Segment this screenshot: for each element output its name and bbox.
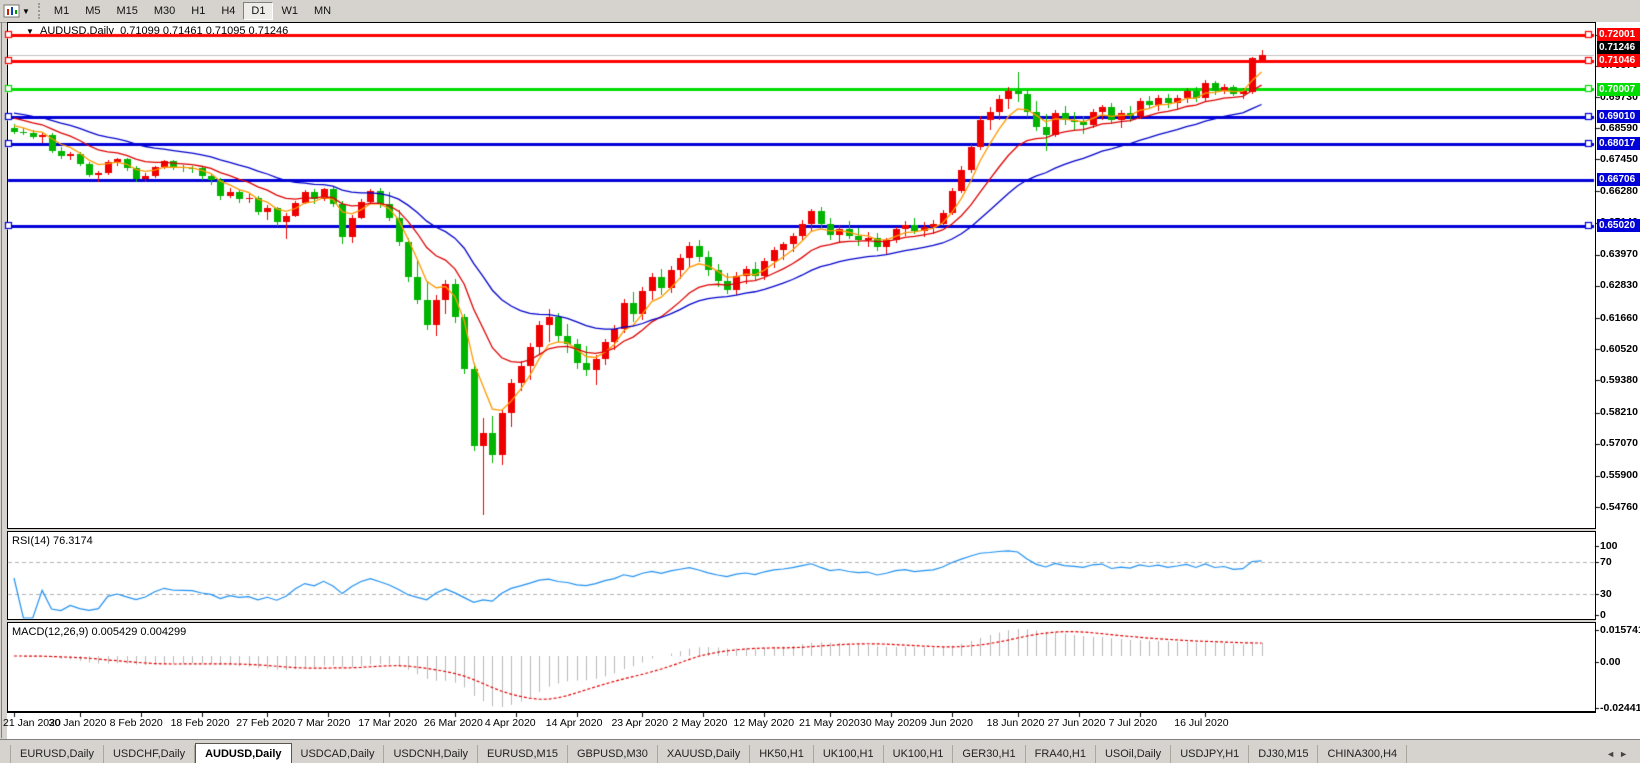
tab-USDCNH-Daily[interactable]: USDCNH,Daily xyxy=(384,745,479,763)
tab-HK50-H1[interactable]: HK50,H1 xyxy=(750,745,814,763)
date-label-12-May-2020: 12 May 2020 xyxy=(733,717,795,729)
tab-UK100-H1[interactable]: UK100,H1 xyxy=(814,745,884,763)
tab-USDCAD-Daily[interactable]: USDCAD,Daily xyxy=(292,745,385,763)
tab-scroll-left-icon: ◄ xyxy=(1606,749,1620,759)
tab-GER30-H1[interactable]: GER30,H1 xyxy=(953,745,1026,763)
level-label-0.72001: 0.72001 xyxy=(1597,28,1640,42)
timeframe-button-W1[interactable]: W1 xyxy=(273,2,306,20)
timeframe-button-M5[interactable]: M5 xyxy=(77,2,108,20)
trading-terminal-window: ▼ M1 M5 M15 M30 H1 H4 D1 W1 MN AUDUSD,Daily 0.71… xyxy=(0,0,1640,763)
tab-scroll-arrows[interactable]: ◄► xyxy=(1606,749,1632,763)
timeframe-button-M30[interactable]: M30 xyxy=(146,2,183,20)
level-label-0.66706: 0.66706 xyxy=(1597,173,1640,187)
date-label-14-Apr-2020: 14 Apr 2020 xyxy=(545,717,603,729)
rsi-scale-100: 100 xyxy=(1600,540,1618,552)
rsi-panel[interactable] xyxy=(7,531,1596,620)
tab-USDJPY-H1[interactable]: USDJPY,H1 xyxy=(1171,745,1250,763)
date-label-7-Mar-2020: 7 Mar 2020 xyxy=(297,717,351,729)
level-label-0.68017: 0.68017 xyxy=(1597,137,1640,151)
tab-XAUUSD-Daily[interactable]: XAUUSD,Daily xyxy=(658,745,751,763)
macd-panel[interactable] xyxy=(7,622,1596,712)
tab-AUDUSD-Daily[interactable]: AUDUSD,Daily xyxy=(195,743,292,763)
tab-USOil-Daily[interactable]: USOil,Daily xyxy=(1096,745,1172,763)
timeframe-button-MN[interactable]: MN xyxy=(306,2,339,20)
rsi-scale-30: 30 xyxy=(1600,588,1612,600)
chart-tab-bar: EURUSD,Daily USDCHF,Daily AUDUSD,Daily USDC… xyxy=(0,739,1640,763)
macd-scale-0.015741: 0.015741 xyxy=(1600,624,1640,636)
tab-EURUSD-Daily[interactable]: EURUSD,Daily xyxy=(11,745,104,763)
level-label-0.70007: 0.70007 xyxy=(1597,82,1640,96)
tab-USDCHF-Daily[interactable]: USDCHF,Daily xyxy=(104,745,196,763)
timeframe-button-H1[interactable]: H1 xyxy=(183,2,213,20)
timeframes-toolbar: ▼ M1 M5 M15 M30 H1 H4 D1 W1 MN xyxy=(0,0,1640,23)
date-label-27-Jun-2020: 27 Jun 2020 xyxy=(1047,717,1106,729)
timeframe-button-H4[interactable]: H4 xyxy=(213,2,243,20)
date-label-7-Jul-2020: 7 Jul 2020 xyxy=(1108,717,1158,729)
chevron-down-icon[interactable]: ▼ xyxy=(22,7,30,16)
chart-tabs: EURUSD,Daily USDCHF,Daily AUDUSD,Daily USDC… xyxy=(11,743,1408,763)
chart-title-ohlc: AUDUSD,Daily 0.71099 0.71461 0.71095 0.7… xyxy=(40,25,289,37)
date-label-21-May-2020: 21 May 2020 xyxy=(799,717,860,729)
date-label-23-Apr-2020: 23 Apr 2020 xyxy=(611,717,669,729)
macd-scale--0.024412: -0.024412 xyxy=(1600,702,1640,714)
price-tick-0.68590: 0.68590 xyxy=(1600,121,1638,134)
date-label-27-Feb-2020: 27 Feb 2020 xyxy=(236,717,296,729)
date-label-4-Apr-2020: 4 Apr 2020 xyxy=(484,717,536,729)
rsi-scale-70: 70 xyxy=(1600,556,1612,568)
chart-type-icon[interactable] xyxy=(3,4,21,19)
level-label-0.71046: 0.71046 xyxy=(1597,54,1640,68)
price-tick-0.55900: 0.55900 xyxy=(1600,469,1638,482)
timeframe-buttons: M1 M5 M15 M30 H1 H4 D1 W1 MN xyxy=(46,2,339,20)
price-tick-0.58210: 0.58210 xyxy=(1600,406,1638,418)
macd-indicator-label: MACD(12,26,9) 0.005429 0.004299 xyxy=(12,626,187,638)
toolbar-grip[interactable] xyxy=(37,3,40,19)
tab-EURUSD-M15[interactable]: EURUSD,M15 xyxy=(478,745,568,763)
timeframe-button-M15[interactable]: M15 xyxy=(108,2,145,20)
date-label-8-Feb-2020: 8 Feb 2020 xyxy=(109,717,163,729)
price-tick-0.54760: 0.54760 xyxy=(1600,500,1638,513)
tab-GBPUSD-M30[interactable]: GBPUSD,M30 xyxy=(568,745,658,763)
main-chart-panel[interactable] xyxy=(7,22,1596,529)
tab-scroll-right-icon: ► xyxy=(1619,749,1632,759)
level-label-0.65020: 0.65020 xyxy=(1597,219,1640,233)
date-label-18-Jun-2020: 18 Jun 2020 xyxy=(986,717,1045,729)
price-tick-0.57070: 0.57070 xyxy=(1600,437,1638,450)
tab-DJ30-M15[interactable]: DJ30,M15 xyxy=(1249,745,1319,763)
object-marker-icon: ▼ xyxy=(26,27,34,36)
tab-stub xyxy=(0,745,11,763)
rsi-indicator-label: RSI(14) 76.3174 xyxy=(12,535,93,547)
date-label-26-Mar-2020: 26 Mar 2020 xyxy=(423,717,483,729)
price-tick-0.59380: 0.59380 xyxy=(1600,373,1638,386)
timeframe-button-D1[interactable]: D1 xyxy=(243,2,274,20)
date-label-2-May-2020: 2 May 2020 xyxy=(672,717,728,729)
date-label-30-May-2020: 30 May 2020 xyxy=(860,717,921,729)
date-label-16-Jul-2020: 16 Jul 2020 xyxy=(1174,717,1229,729)
price-tick-0.67450: 0.67450 xyxy=(1600,152,1638,165)
price-tick-0.66280: 0.66280 xyxy=(1600,184,1638,197)
date-label-18-Feb-2020: 18 Feb 2020 xyxy=(170,717,230,729)
tab-FRA40-H1[interactable]: FRA40,H1 xyxy=(1026,745,1096,763)
price-tick-0.60520: 0.60520 xyxy=(1600,342,1638,355)
level-label-0.69010: 0.69010 xyxy=(1597,110,1640,124)
macd-scale-0.00: 0.00 xyxy=(1600,656,1621,668)
tab-UK100-H1[interactable]: UK100,H1 xyxy=(884,745,954,763)
timeframe-button-M1[interactable]: M1 xyxy=(46,2,77,20)
price-tick-0.61660: 0.61660 xyxy=(1600,311,1638,324)
price-tick-0.63970: 0.63970 xyxy=(1600,248,1638,261)
tab-CHINA300-H4[interactable]: CHINA300,H4 xyxy=(1318,745,1408,763)
date-label-9-Jun-2020: 9 Jun 2020 xyxy=(921,717,973,729)
date-label-17-Mar-2020: 17 Mar 2020 xyxy=(358,717,418,729)
rsi-scale-0: 0 xyxy=(1600,609,1606,621)
price-tick-0.62830: 0.62830 xyxy=(1600,279,1638,292)
window-left-border xyxy=(1,22,2,738)
date-label-30-Jan-2020: 30 Jan 2020 xyxy=(48,717,107,729)
bid-price-label: 0.71246 xyxy=(1597,41,1640,54)
